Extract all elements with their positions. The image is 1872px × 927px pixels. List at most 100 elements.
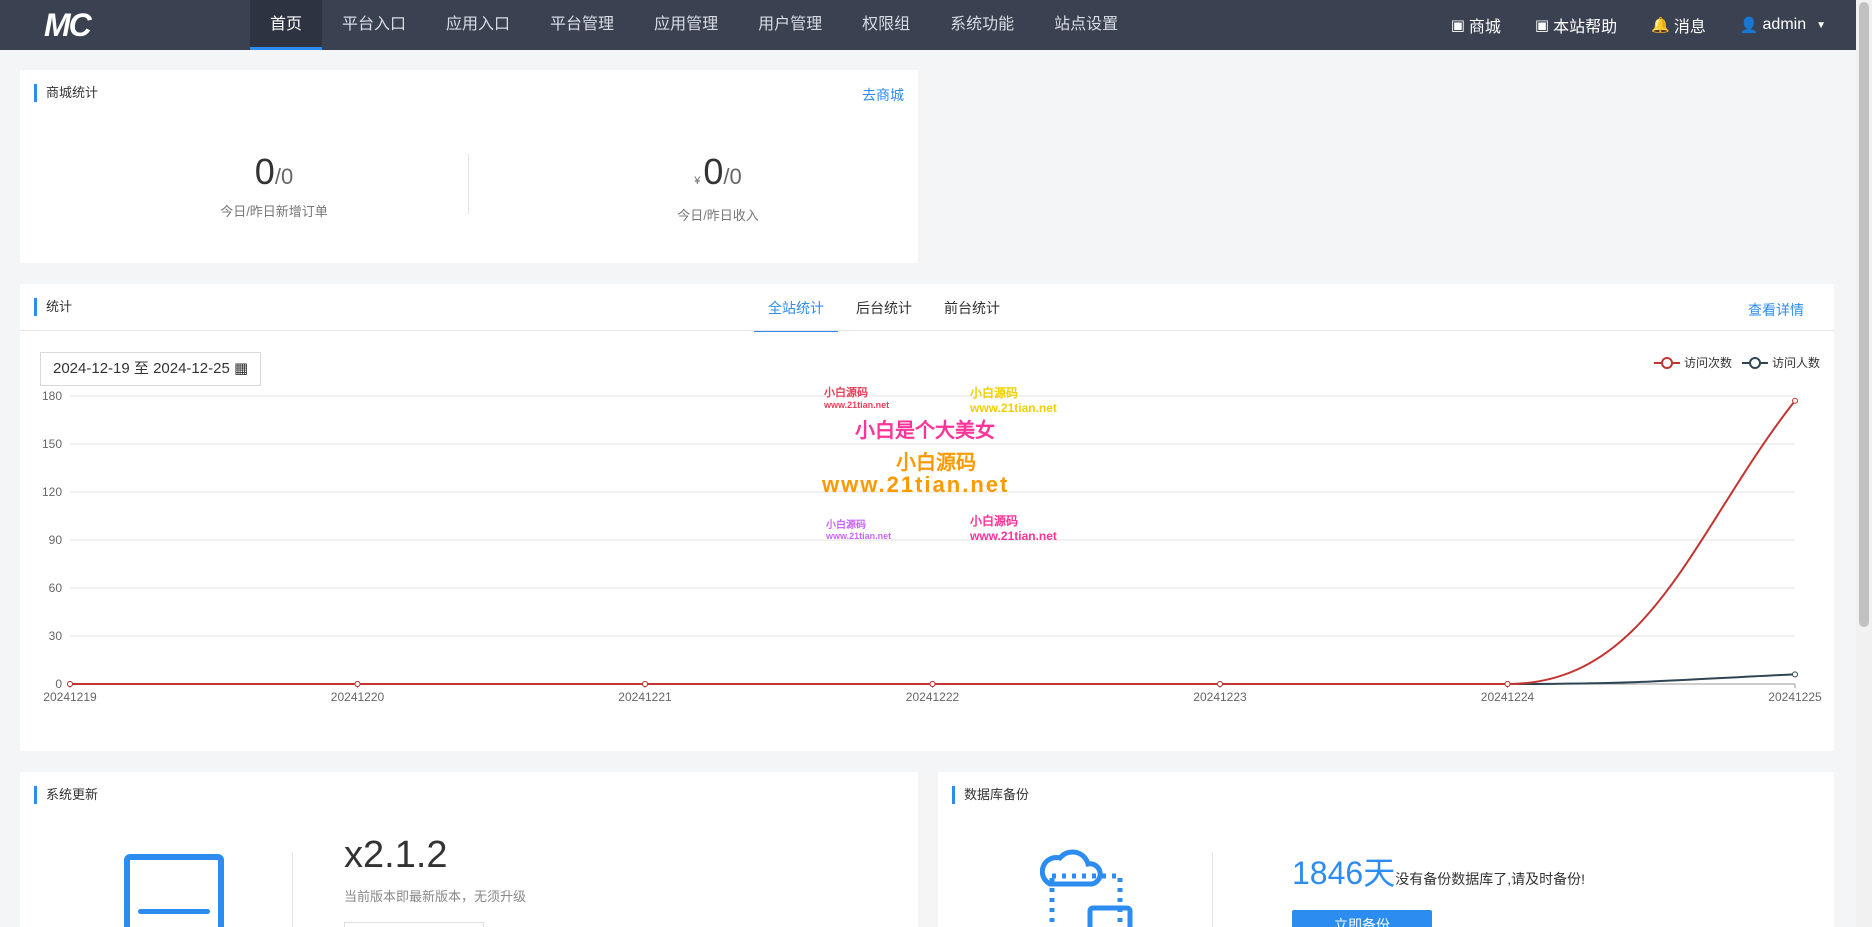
x-tick-label: 20241222 [906,690,960,704]
nav-tab-home[interactable]: 首页 [250,0,323,50]
bell-icon: 🔔 [1651,17,1670,34]
days-value: 1846天 [1292,855,1396,891]
help-icon: ▣ [1534,17,1550,34]
page-scrollbar[interactable] [1856,0,1872,927]
monitor-icon [124,854,224,927]
nav-tab-app-manage[interactable]: 应用管理 [634,0,738,50]
shop-link-label: 商城 [1468,19,1501,36]
messages-link-label: 消息 [1673,19,1706,36]
y-tick-label: 0 [55,677,62,691]
nav-tab-permission-group[interactable]: 权限组 [842,0,930,50]
divider [1212,852,1213,927]
system-update-panel: 系统更新 x2.1.2 当前版本即最新版本，无须升级 [20,772,918,927]
version-note: 当前版本即最新版本，无须升级 [344,889,527,904]
data-point [354,681,361,687]
income-stat: ¥0/0 今日/昨日收入 [568,152,868,224]
calendar-icon: ▦ [233,360,249,377]
user-menu[interactable]: 👤 admin ▼ [1740,16,1826,34]
backup-now-button[interactable]: 立即备份 [1292,910,1432,927]
x-tick-label: 20241221 [618,690,672,704]
backup-note: 没有备份数据库了,请及时备份! [1395,871,1585,887]
orders-label: 今日/昨日新增订单 [220,204,328,219]
cloud-backup-icon [1040,849,1133,927]
store-icon: ▣ [1450,17,1465,34]
x-tick-label: 20241224 [1481,690,1535,704]
divider [20,330,1834,331]
divider [292,852,293,927]
chevron-down-icon: ▼ [1816,19,1826,31]
watermark-text: 小白源码 www.21tian.net [970,514,1057,543]
panel-title: 商城统计 [34,84,98,102]
view-details-link[interactable]: 查看详情 [1748,300,1804,320]
legend-item-visitors[interactable]: 访问人数 [1741,354,1820,371]
help-link[interactable]: ▣ 本站帮助 [1535,13,1617,37]
series-line [69,400,1796,685]
shop-stats-panel: 商城统计 去商城 0/0 今日/昨日新增订单 ¥0/0 今日/昨日收入 [20,70,918,263]
y-tick-label: 90 [49,533,63,547]
data-point [642,681,648,687]
main-nav: 首页 平台入口 应用入口 平台管理 应用管理 用户管理 权限组 系统功能 站点设… [250,0,1138,50]
data-point [67,681,73,687]
panel-title: 统计 [34,298,72,316]
legend-item-visits[interactable]: 访问次数 [1653,354,1732,371]
income-value: ¥0/0 [568,152,868,201]
tab-frontend-stats[interactable]: 前台统计 [930,284,1014,332]
legend-marker [1741,356,1768,369]
statistics-panel: 统计 全站统计 后台统计 前台统计 查看详情 2024-12-19 至 2024… [20,284,1834,751]
top-navbar: MC 首页 平台入口 应用入口 平台管理 应用管理 用户管理 权限组 系统功能 … [0,0,1856,50]
nav-tab-site-settings[interactable]: 站点设置 [1034,0,1138,50]
y-tick-label: 180 [42,389,62,403]
nav-tab-platform-entry[interactable]: 平台入口 [322,0,426,50]
help-link-label: 本站帮助 [1553,19,1618,36]
tab-site-stats[interactable]: 全站统计 [754,284,838,332]
data-point [1792,397,1798,404]
y-tick-label: 120 [42,485,62,499]
watermark-text: 小白是个大美女 [855,420,995,442]
income-yesterday: /0 [723,164,742,189]
watermark-text: 小白源码 www.21tian.net [824,387,890,410]
x-tick-label: 20241219 [43,690,97,704]
legend-marker [1653,356,1680,369]
currency-symbol: ¥ [694,175,701,187]
watermark-text: 小白源码 www.21tian.net [826,520,892,541]
income-today: 0 [703,151,724,192]
data-point [929,681,936,687]
go-shop-link[interactable]: 去商城 [862,85,904,105]
nav-tab-system-functions[interactable]: 系统功能 [930,0,1034,50]
nav-tab-platform-manage[interactable]: 平台管理 [530,0,634,50]
data-point [1792,671,1798,678]
watermark-text: www.21tian.net [822,472,1010,497]
orders-stat: 0/0 今日/昨日新增订单 [124,152,424,220]
x-tick-label: 20241225 [1768,690,1822,704]
legend-label: 访问次数 [1683,356,1732,370]
x-tick-label: 20241223 [1193,690,1247,704]
x-tick-label: 20241220 [331,690,385,704]
user-icon: 👤 [1739,17,1759,34]
tab-backend-stats[interactable]: 后台统计 [842,284,926,332]
backup-days: 1846天没有备份数据库了,请及时备份! [1292,848,1585,894]
stats-tabs: 全站统计 后台统计 前台统计 [754,284,1018,332]
nav-tab-app-entry[interactable]: 应用入口 [426,0,530,50]
user-name: admin [1762,16,1807,33]
shop-link[interactable]: ▣ 商城 [1451,13,1501,37]
update-button[interactable] [344,922,484,927]
site-logo[interactable]: MC [44,8,92,42]
y-tick-label: 150 [42,437,62,451]
nav-tab-user-manage[interactable]: 用户管理 [738,0,842,50]
messages-link[interactable]: 🔔 消息 [1651,13,1706,37]
watermark-text: 小白源码 [896,452,976,474]
scrollbar-thumb[interactable] [1859,2,1869,627]
income-label: 今日/昨日收入 [677,208,759,223]
data-point [1217,681,1223,687]
panel-title: 系统更新 [34,786,98,804]
legend-label: 访问人数 [1771,356,1820,370]
data-point [1504,681,1511,687]
y-tick-label: 60 [49,581,63,595]
orders-yesterday: /0 [274,164,294,189]
watermark-text: 小白源码 www.21tian.net [970,386,1057,415]
divider [468,154,469,214]
orders-value: 0/0 [124,152,424,197]
orders-today: 0 [254,151,275,192]
date-range-picker[interactable]: 2024-12-19 至 2024-12-25 ▦ [40,352,261,386]
chart-legend: 访问次数 访问人数 [1644,354,1820,371]
